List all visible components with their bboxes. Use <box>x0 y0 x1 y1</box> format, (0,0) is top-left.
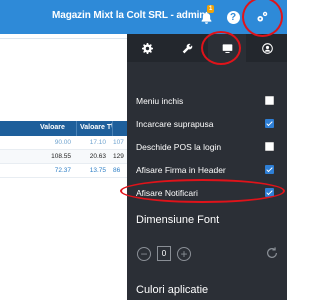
table-cell: 90.00 <box>54 139 71 146</box>
option-label: Deschide POS la login <box>136 142 222 152</box>
reset-font-button[interactable] <box>265 246 279 260</box>
column-divider <box>112 121 113 136</box>
column-header-valoare-t[interactable]: Valoare T\ <box>80 124 113 131</box>
tab-general[interactable] <box>128 34 166 62</box>
option-deschide-pos[interactable]: Deschide POS la login <box>136 141 281 155</box>
increase-font-button[interactable]: + <box>177 247 191 261</box>
table-cell: 108.55 <box>51 153 71 160</box>
checkbox[interactable] <box>265 119 274 128</box>
app-colors-title: Culori aplicatie <box>136 284 209 296</box>
option-label: Meniu inchis <box>136 96 184 106</box>
notification-badge: 1 <box>207 5 215 13</box>
reset-icon <box>267 247 277 258</box>
table-cell: 17.10 <box>89 139 106 146</box>
annotation-circle <box>201 31 241 65</box>
help-button[interactable]: ? <box>224 8 242 26</box>
settings-panel: Meniu inchis Incarcare suprapusa Deschid… <box>120 31 287 300</box>
table-cell: 13.75 <box>89 167 106 174</box>
option-afisare-firma[interactable]: Afisare Firma in Header <box>136 164 281 178</box>
table-cell: 86 <box>113 167 121 174</box>
settings-tabs <box>127 31 287 65</box>
option-label: Afisare Firma in Header <box>136 165 226 175</box>
checkbox[interactable] <box>265 142 274 151</box>
column-divider <box>76 121 77 136</box>
option-meniu-inchis[interactable]: Meniu inchis <box>136 95 281 109</box>
user-circle-icon <box>261 42 273 54</box>
option-incarcare-suprapusa[interactable]: Incarcare suprapusa <box>136 118 281 132</box>
font-size-control: − 0 + <box>137 246 287 264</box>
help-icon: ? <box>226 10 240 24</box>
table-cell: 107 <box>113 139 124 146</box>
font-size-value: 0 <box>157 246 171 261</box>
checkbox[interactable] <box>265 96 274 105</box>
table-cell: 20.63 <box>89 153 106 160</box>
tab-user[interactable] <box>248 34 286 62</box>
divider <box>0 38 127 39</box>
table-cell: 72.37 <box>54 167 71 174</box>
decrease-font-button[interactable]: − <box>137 247 151 261</box>
gear-icon <box>141 42 153 54</box>
checkbox[interactable] <box>265 165 274 174</box>
annotation-ellipse <box>120 179 285 203</box>
font-size-title: Dimensiune Font <box>136 214 220 226</box>
app-title: Magazin Mixt la Colt SRL - admin <box>52 10 206 21</box>
column-header-valoare[interactable]: Valoare <box>40 124 65 131</box>
wrench-icon <box>182 43 192 53</box>
option-label: Incarcare suprapusa <box>136 119 214 129</box>
table-cell: 129 <box>113 153 124 160</box>
